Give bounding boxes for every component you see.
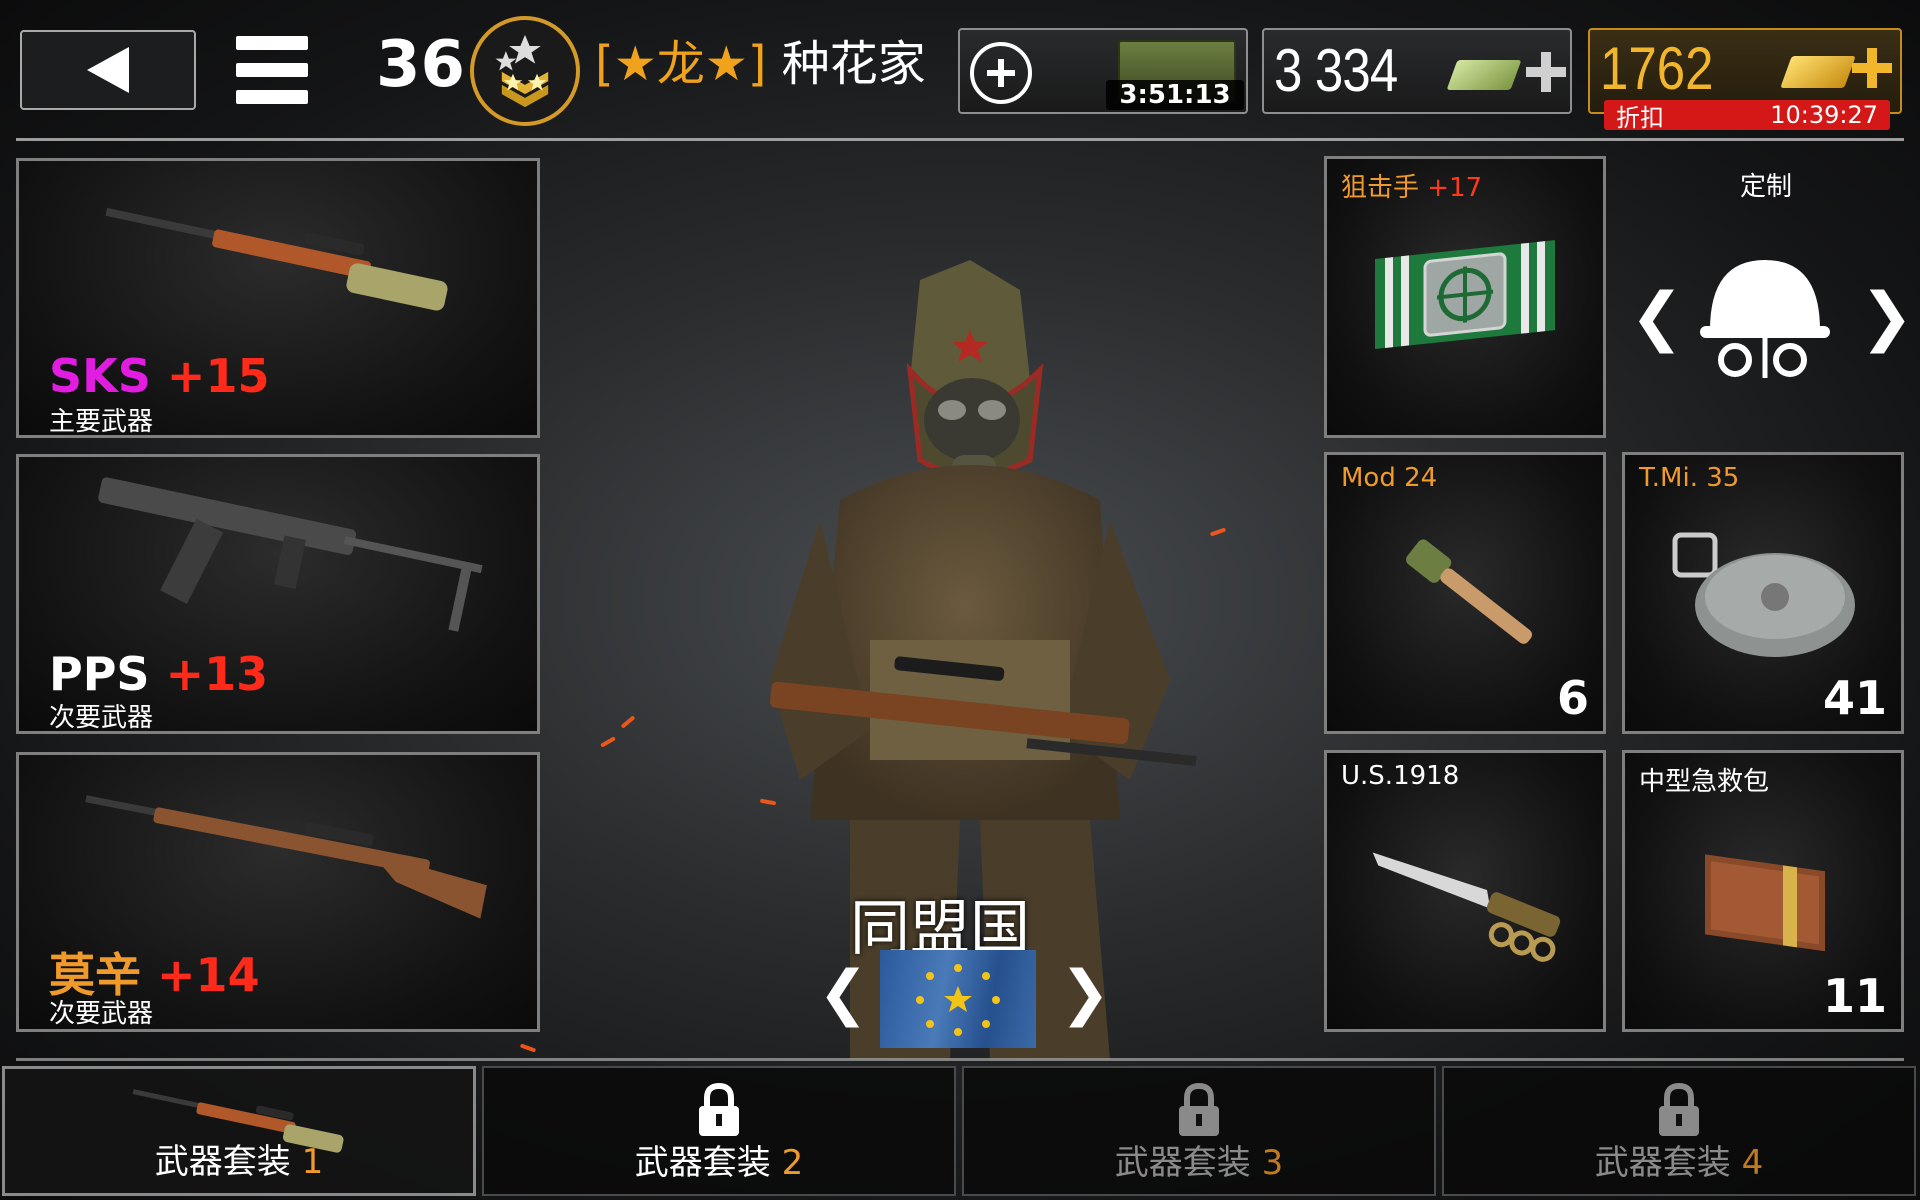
badge-level: +17 [1427, 173, 1483, 203]
crate-timer: 3:51:13 [1106, 80, 1244, 110]
knife-title: U.S.1918 [1341, 761, 1460, 791]
landmine-icon [1672, 532, 1855, 657]
add-silver-icon[interactable] [1526, 52, 1566, 92]
medkit-title: 中型急救包 [1639, 767, 1770, 797]
grenade-card[interactable]: Mod 24 6 [1324, 452, 1606, 734]
weapon-type: 主要武器 [49, 407, 154, 437]
tab-number: 1 [301, 1142, 324, 1182]
gold-amount: 1762 [1600, 35, 1714, 102]
discount-banner[interactable]: 折扣 10:39:27 [1604, 100, 1890, 132]
footer-divider [16, 1058, 1904, 1061]
faction-next-arrow-icon[interactable]: ❯ [1060, 958, 1110, 1028]
header-divider [16, 138, 1904, 141]
silver-bar-icon [1446, 60, 1522, 90]
mine-card[interactable]: T.Mi. 35 41 [1622, 452, 1904, 734]
gold-currency[interactable]: 1762 折扣 10:39:27 [1588, 28, 1902, 132]
weapon-level: +13 [165, 647, 269, 701]
weapon-level: +14 [157, 948, 260, 1002]
lock-icon [699, 1082, 739, 1136]
gold-bar-icon [1780, 56, 1856, 88]
silver-currency[interactable]: 3 334 [1262, 28, 1572, 114]
weapon-level: +15 [166, 349, 270, 403]
helmet-next-arrow-icon[interactable]: ❯ [1860, 280, 1914, 354]
helmet-prev-arrow-icon[interactable]: ❮ [1630, 280, 1684, 354]
tab-label: 武器套装 [634, 1143, 771, 1183]
mosin-rifle-icon [85, 795, 487, 919]
sniper-badge-icon [1375, 240, 1555, 349]
grenade-count: 6 [1556, 671, 1589, 725]
first-aid-kit-icon [1705, 854, 1825, 952]
primary-weapon-card[interactable]: SKS +15 主要武器 [16, 158, 540, 438]
tab-loadout-1[interactable]: 武器套装 1 [2, 1066, 476, 1196]
tab-number: 3 [1261, 1143, 1284, 1183]
back-button[interactable] [20, 30, 196, 110]
tab-loadout-2[interactable]: 武器套装 2 [482, 1066, 956, 1196]
faction-prev-arrow-icon[interactable]: ❮ [818, 958, 868, 1028]
helmet-icon[interactable] [1690, 250, 1840, 390]
menu-button[interactable] [236, 34, 308, 106]
supply-crate-button[interactable]: 3:51:13 [958, 28, 1248, 114]
allies-flag-icon[interactable] [880, 950, 1036, 1048]
stick-grenade-icon [1406, 539, 1533, 644]
tab-number: 2 [781, 1143, 804, 1183]
mine-count: 41 [1822, 671, 1887, 725]
badge-title: 狙击手 [1341, 173, 1420, 203]
tab-label: 武器套装 [1594, 1143, 1731, 1183]
sks-rifle-icon [105, 207, 448, 311]
hamburger-icon [236, 36, 308, 50]
customize-label: 定制 [1739, 172, 1792, 202]
weapon-type: 次要武器 [49, 999, 154, 1029]
clan-tag: [★龙★] [595, 36, 767, 92]
grenade-title: Mod 24 [1341, 463, 1438, 493]
trench-knife-icon [1372, 852, 1561, 962]
medkit-card[interactable]: 中型急救包 11 [1622, 750, 1904, 1032]
back-arrow-icon [87, 47, 129, 93]
pps-smg-icon [98, 477, 483, 632]
medkit-count: 11 [1822, 969, 1887, 1023]
secondary-weapon-card-1[interactable]: PPS +13 次要武器 [16, 454, 540, 734]
rank-badge-icon[interactable] [470, 16, 580, 126]
tab-loadout-3[interactable]: 武器套装 3 [962, 1066, 1436, 1196]
add-circle-icon [970, 42, 1032, 104]
lock-icon [1179, 1082, 1219, 1136]
knife-card[interactable]: U.S.1918 [1324, 750, 1606, 1032]
secondary-weapon-card-2[interactable]: 莫辛 +14 次要武器 [16, 752, 540, 1032]
player-name: [★龙★] 种花家 [595, 24, 926, 94]
weapon-name: PPS [49, 647, 150, 701]
discount-label: 折扣 [1616, 103, 1664, 132]
tab-label: 武器套装 [154, 1142, 291, 1182]
lock-icon [1659, 1082, 1699, 1136]
weapon-type: 次要武器 [49, 703, 154, 733]
player-level: 36 [376, 28, 466, 102]
weapon-name: SKS [49, 349, 151, 403]
discount-timer: 10:39:27 [1770, 101, 1878, 129]
player-name-text: 种花家 [781, 36, 926, 92]
mine-title: T.Mi. 35 [1639, 463, 1740, 493]
silver-amount: 3 334 [1274, 37, 1398, 104]
tab-loadout-4[interactable]: 武器套装 4 [1442, 1066, 1916, 1196]
add-gold-icon[interactable] [1852, 48, 1892, 88]
sniper-badge-card[interactable]: 狙击手 +17 [1324, 156, 1606, 438]
tab-number: 4 [1741, 1143, 1764, 1183]
tab-label: 武器套装 [1114, 1143, 1251, 1183]
